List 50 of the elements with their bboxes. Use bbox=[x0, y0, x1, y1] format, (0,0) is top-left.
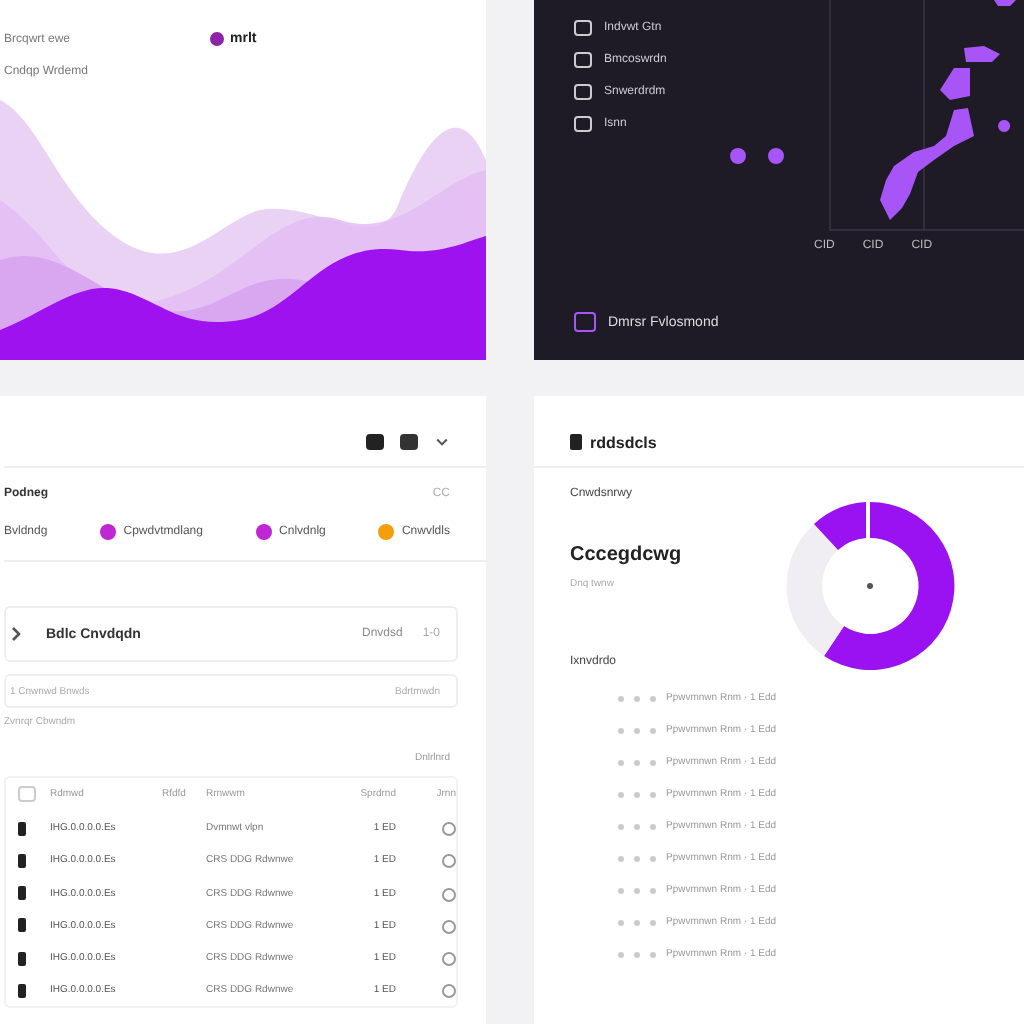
status-ring-icon bbox=[442, 952, 456, 967]
footer-icon bbox=[574, 312, 596, 332]
bullet-icon bbox=[618, 695, 624, 701]
chevron-icon[interactable] bbox=[6, 624, 26, 644]
stat-value: Cccegdcwg bbox=[570, 543, 682, 565]
bullet-icon bbox=[618, 951, 624, 957]
device-icon bbox=[18, 886, 26, 901]
device-icon bbox=[18, 983, 26, 998]
device-icon bbox=[18, 918, 26, 933]
bullet-icon bbox=[618, 855, 624, 861]
device-icon bbox=[18, 951, 26, 966]
status-ring-icon bbox=[442, 887, 456, 902]
bullet-icon bbox=[650, 759, 656, 765]
bullet-icon bbox=[634, 695, 640, 701]
device-icon bbox=[18, 821, 26, 835]
bullet-icon bbox=[618, 759, 624, 765]
bullet-icon bbox=[634, 951, 640, 957]
columns-icon[interactable] bbox=[400, 434, 418, 450]
bullet-icon bbox=[618, 791, 624, 797]
bullet-icon bbox=[634, 919, 640, 925]
status-ring-icon bbox=[442, 854, 456, 869]
status-ring-icon bbox=[442, 822, 456, 836]
select-all-checkbox[interactable] bbox=[18, 786, 36, 802]
bullet-icon bbox=[634, 791, 640, 797]
bullet-icon bbox=[618, 727, 624, 733]
bullet-icon bbox=[650, 919, 656, 925]
bullet-icon bbox=[650, 951, 656, 957]
bullet-icon bbox=[650, 823, 656, 829]
bullet-icon bbox=[634, 727, 640, 733]
chevron-down-icon[interactable] bbox=[434, 434, 450, 450]
bullet-icon bbox=[618, 919, 624, 925]
bullet-icon bbox=[634, 759, 640, 765]
status-ring-icon bbox=[442, 984, 456, 999]
card-icon bbox=[570, 434, 582, 450]
device-icon bbox=[18, 853, 26, 868]
bullet-icon bbox=[634, 855, 640, 861]
bullet-icon bbox=[650, 695, 656, 701]
marker-dot-icon bbox=[768, 148, 784, 164]
bullet-icon bbox=[634, 823, 640, 829]
bullet-icon bbox=[650, 791, 656, 797]
page-icon[interactable] bbox=[366, 434, 384, 450]
bullet-icon bbox=[650, 887, 656, 893]
bullet-icon bbox=[618, 887, 624, 893]
marker-dot-icon bbox=[730, 148, 746, 164]
bullet-icon bbox=[618, 823, 624, 829]
bullet-icon bbox=[650, 727, 656, 733]
bullet-icon bbox=[634, 887, 640, 893]
card-title: rddsdcls bbox=[590, 433, 657, 451]
bullet-icon bbox=[650, 855, 656, 861]
status-ring-icon bbox=[442, 919, 456, 934]
